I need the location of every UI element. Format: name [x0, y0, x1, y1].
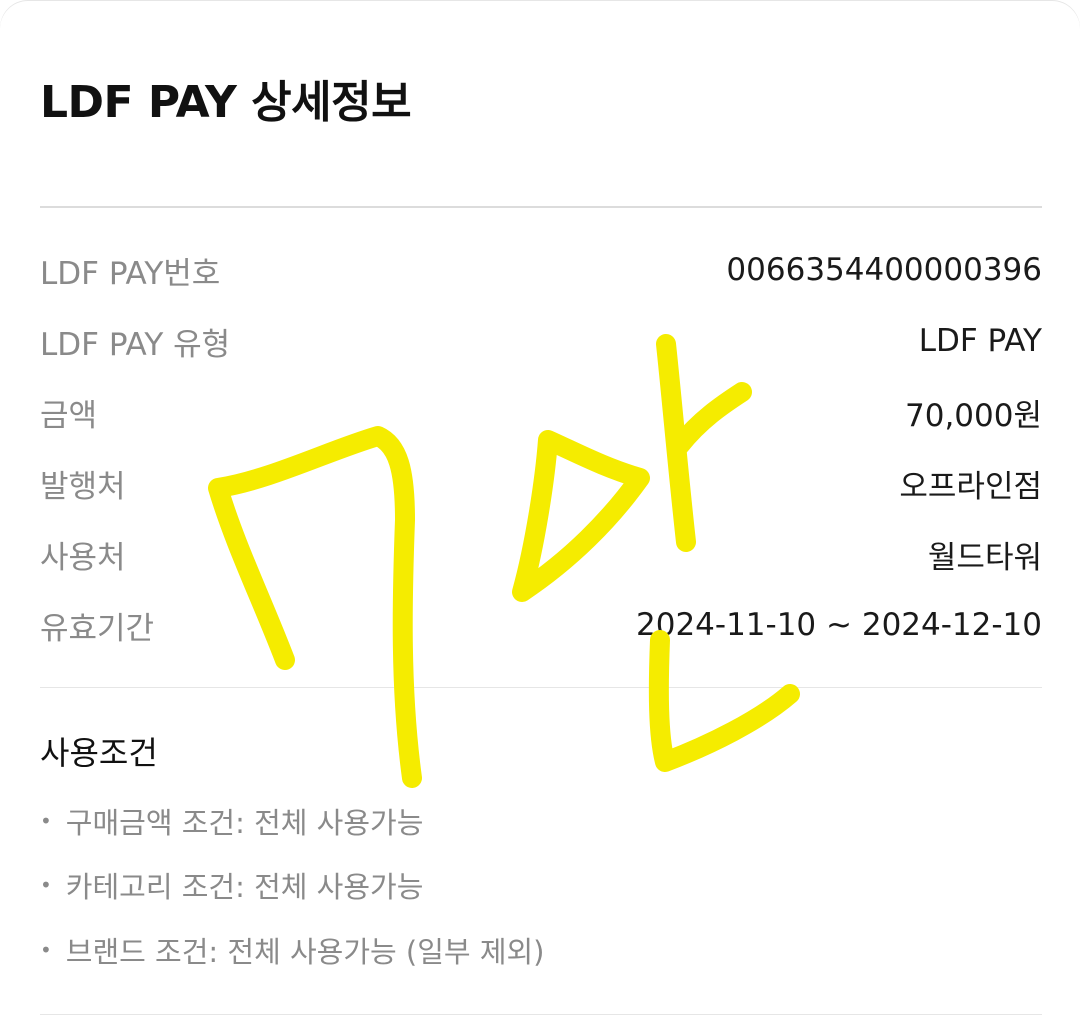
- bullet-icon: •: [40, 873, 52, 897]
- condition-text: 브랜드 조건: 전체 사용가능 (일부 제외): [65, 935, 545, 969]
- detail-row-amount: 금액 70,000원: [40, 384, 1042, 440]
- detail-label: 사용처: [40, 539, 126, 576]
- detail-label: 금액: [40, 397, 98, 434]
- detail-row-validity: 유효기간 2024-11-10 ~ 2024-12-10: [40, 597, 1042, 653]
- detail-value: 0066354400000396: [726, 252, 1042, 288]
- detail-label: 발행처: [40, 468, 126, 505]
- page-title: LDF PAY 상세정보: [40, 77, 412, 128]
- detail-value: LDF PAY: [918, 323, 1042, 359]
- conditions-title: 사용조건: [40, 734, 158, 772]
- detail-card: LDF PAY 상세정보 LDF PAY번호 0066354400000396 …: [0, 0, 1080, 1022]
- detail-row-type: LDF PAY 유형 LDF PAY: [40, 313, 1042, 369]
- condition-text: 구매금액 조건: 전체 사용가능: [65, 806, 424, 840]
- detail-value: 오프라인점: [899, 468, 1042, 505]
- detail-row-usage-place: 사용처 월드타워: [40, 526, 1042, 582]
- condition-item: • 구매금액 조건: 전체 사용가능: [40, 797, 423, 845]
- condition-item: • 카테고리 조건: 전체 사용가능: [40, 861, 423, 909]
- detail-label: 유효기간: [40, 610, 155, 647]
- bullet-icon: •: [40, 809, 52, 833]
- condition-item: • 브랜드 조건: 전체 사용가능 (일부 제외): [40, 926, 545, 974]
- detail-label: LDF PAY번호: [40, 255, 221, 292]
- bottom-divider: [40, 1014, 1042, 1015]
- condition-text: 카테고리 조건: 전체 사용가능: [65, 870, 424, 904]
- middle-divider: [40, 687, 1042, 688]
- detail-value: 월드타워: [927, 539, 1042, 576]
- detail-label: LDF PAY 유형: [40, 326, 231, 363]
- detail-value: 70,000원: [905, 397, 1042, 434]
- bullet-icon: •: [40, 938, 52, 962]
- detail-value: 2024-11-10 ~ 2024-12-10: [636, 607, 1042, 643]
- detail-row-issuer: 발행처 오프라인점: [40, 455, 1042, 511]
- top-divider: [40, 206, 1042, 208]
- detail-row-number: LDF PAY번호 0066354400000396: [40, 242, 1042, 298]
